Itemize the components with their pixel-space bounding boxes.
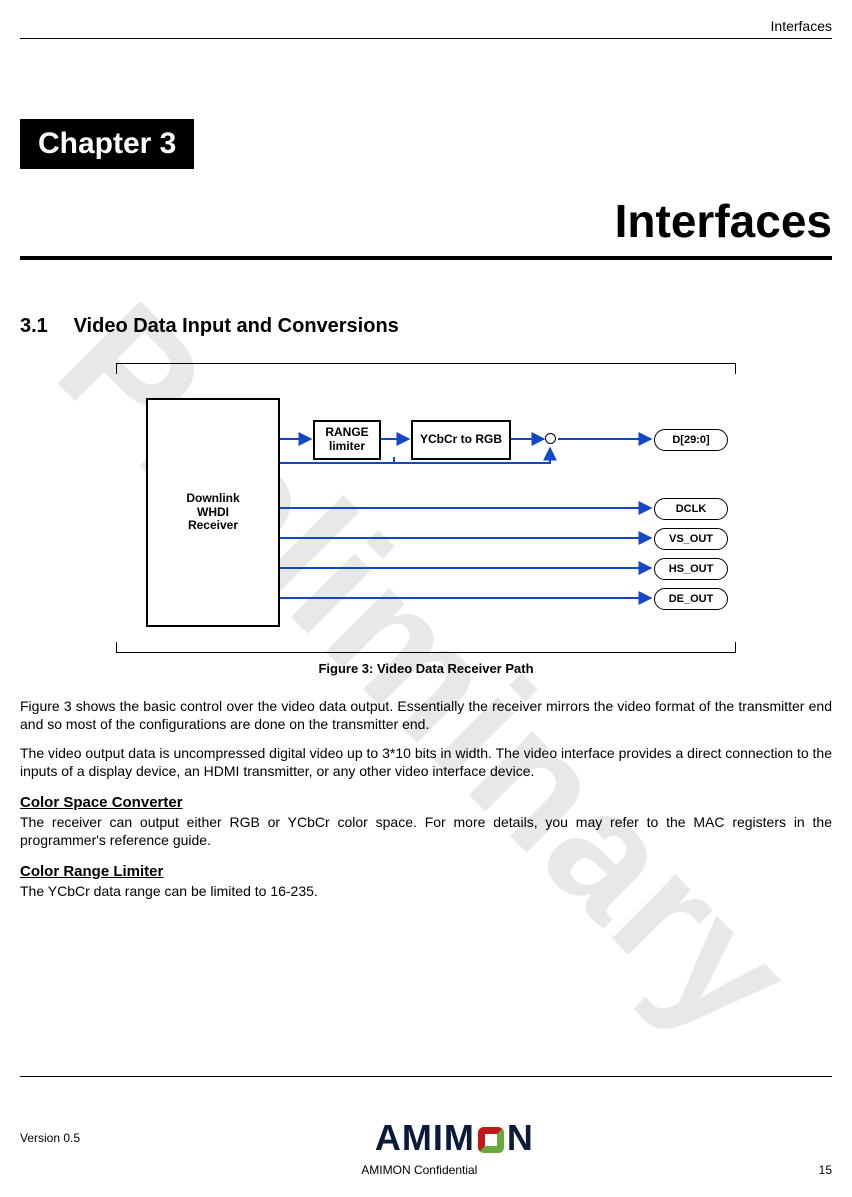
chapter-banner: Chapter 3 [20, 119, 194, 169]
header-section-label: Interfaces [20, 18, 832, 34]
chapter-rule [20, 256, 832, 260]
pin-data-bus: D[29:0] [654, 429, 728, 451]
brand-logo: AMIMN [80, 1117, 829, 1159]
pin-vs-out: VS_OUT [654, 528, 728, 550]
chapter-title: Interfaces [20, 194, 832, 248]
subtext-color-space: The receiver can output either RGB or YC… [20, 814, 832, 849]
subtext-color-range: The YCbCr data range can be limited to 1… [20, 883, 832, 901]
header-rule [20, 38, 832, 39]
block-receiver: Downlink WHDI Receiver [146, 398, 280, 627]
logo-ring-icon [478, 1127, 504, 1153]
paragraph-1: Figure 3 shows the basic control over th… [20, 698, 832, 733]
footer: Version 0.5 AMIMN . AMIMON Confidential … [20, 1076, 832, 1197]
mux-node [545, 433, 556, 444]
section-title: Video Data Input and Conversions [74, 315, 399, 337]
footer-page-number: 15 [819, 1163, 832, 1177]
footer-version: Version 0.5 [20, 1131, 80, 1145]
footer-confidential: AMIMON Confidential [20, 1163, 819, 1177]
subheading-color-range: Color Range Limiter [20, 863, 832, 880]
subheading-color-space: Color Space Converter [20, 794, 832, 811]
pin-hs-out: HS_OUT [654, 558, 728, 580]
pin-dclk: DCLK [654, 498, 728, 520]
block-range-limiter: RANGE limiter [313, 420, 381, 460]
paragraph-2: The video output data is uncompressed di… [20, 745, 832, 780]
pin-de-out: DE_OUT [654, 588, 728, 610]
block-ycbcr-to-rgb: YCbCr to RGB [411, 420, 511, 460]
section-heading: 3.1 Video Data Input and Conversions [20, 315, 832, 338]
figure-diagram: Downlink WHDI Receiver RANGE limiter YCb… [106, 363, 746, 653]
section-number: 3.1 [20, 315, 68, 338]
figure-caption: Figure 3: Video Data Receiver Path [20, 661, 832, 676]
